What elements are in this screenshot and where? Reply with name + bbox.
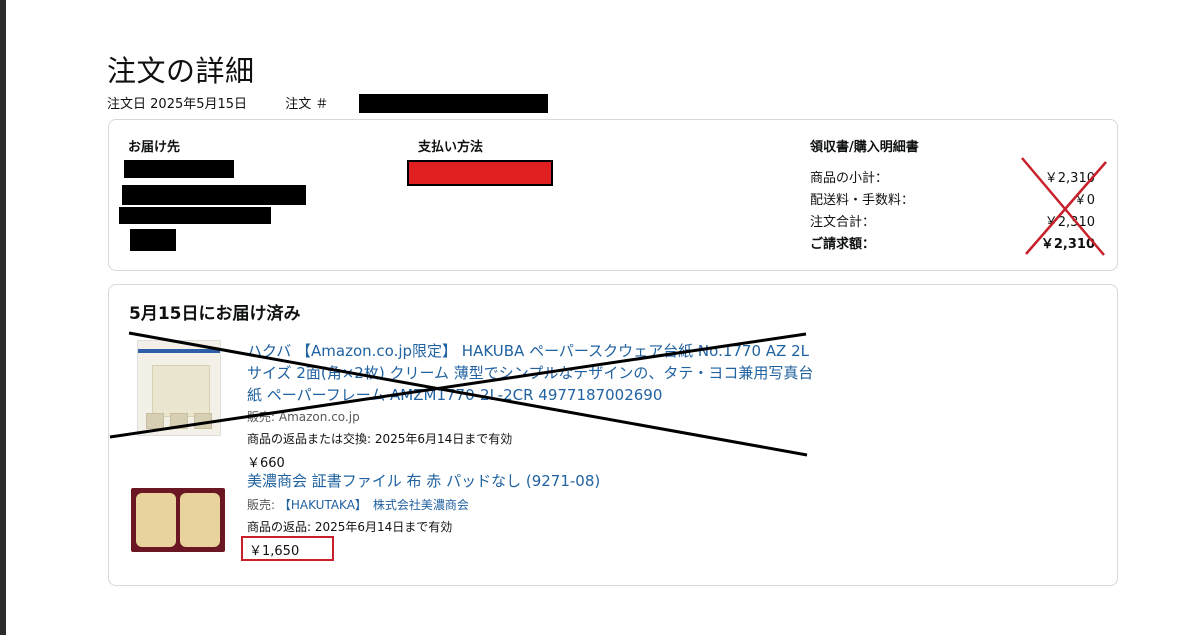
annotation-overlay: [109, 157, 1107, 457]
summary-cross-stroke: [1021, 157, 1105, 256]
item-cross-stroke: [128, 331, 808, 457]
